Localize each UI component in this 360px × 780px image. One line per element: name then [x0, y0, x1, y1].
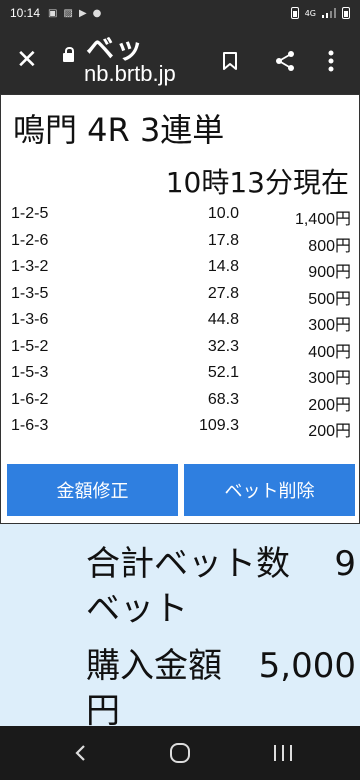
bookmark-icon[interactable] — [222, 52, 238, 70]
odds-cell: 68.3 — [207, 390, 239, 408]
status-bar: 10:14 ▣ ▨ ▶ ● 4G — [0, 0, 360, 26]
race-title: 鳴門 4R 3連単 — [13, 111, 225, 149]
page-content: 鳴門 4R 3連単 10時13分現在 1-2-5 10.0 1,400円 1-2… — [0, 94, 360, 726]
combo-cell: 1-6-3 — [11, 417, 49, 434]
amount-cell: 200円 — [308, 396, 351, 414]
home-icon[interactable] — [170, 743, 190, 763]
battery-icon — [290, 7, 299, 19]
more-options-icon[interactable] — [328, 50, 334, 72]
status-time: 10:14 — [10, 6, 41, 20]
close-icon[interactable]: ✕ — [16, 47, 38, 73]
odds-cell: 32.3 — [207, 337, 239, 355]
combo-cell: 1-3-5 — [11, 284, 49, 302]
table-row: 1-3-6 44.8 300円 — [11, 309, 351, 336]
odds-cell: 109.3 — [198, 417, 239, 434]
android-nav-bar — [0, 726, 360, 780]
amount-cell: 300円 — [308, 317, 351, 334]
amount-cell: 200円 — [308, 423, 351, 440]
combo-cell: 1-2-6 — [11, 231, 49, 249]
combo-cell: 1-2-5 — [11, 205, 49, 222]
table-row: 1-3-5 27.8 500円 — [11, 283, 351, 310]
play-icon: ▶ — [78, 7, 87, 19]
message-icon: ▣ — [48, 7, 58, 19]
odds-cell: 27.8 — [207, 284, 239, 302]
bet-card: 鳴門 4R 3連単 10時13分現在 1-2-5 10.0 1,400円 1-2… — [0, 94, 360, 524]
lock-icon — [63, 47, 74, 62]
total-bets-value: 9 — [334, 544, 356, 584]
total-bets-row: 合計ベット数 9 ベット — [86, 542, 356, 632]
odds-cell: 44.8 — [207, 311, 239, 328]
share-icon[interactable] — [274, 50, 296, 72]
amount-cell: 1,400円 — [294, 211, 351, 228]
odds-cell: 14.8 — [207, 258, 239, 275]
table-row: 1-5-2 32.3 400円 — [11, 336, 351, 363]
image-icon: ▨ — [63, 7, 73, 19]
table-row: 1-2-5 10.0 1,400円 — [11, 203, 351, 230]
page-title: ベッ — [86, 32, 145, 65]
bet-summary: 合計ベット数 9 ベット 購入金額 5,000 円 — [86, 542, 356, 726]
update-time: 10時13分現在 — [165, 166, 349, 199]
url-domain[interactable]: nb.brtb.jp — [84, 62, 176, 86]
combo-cell: 1-6-2 — [11, 390, 49, 408]
table-row: 1-6-3 109.3 200円 — [11, 415, 351, 442]
back-icon[interactable] — [72, 744, 90, 762]
odds-cell: 52.1 — [207, 364, 239, 381]
table-row: 1-3-2 14.8 900円 — [11, 256, 351, 283]
combo-cell: 1-3-2 — [11, 258, 49, 275]
odds-cell: 17.8 — [207, 231, 239, 249]
combo-cell: 1-5-2 — [11, 337, 49, 355]
dot-icon: ● — [92, 7, 102, 19]
combo-cell: 1-5-3 — [11, 364, 49, 381]
purchase-value: 5,000 — [258, 646, 356, 686]
4g-icon: 4G — [304, 8, 316, 18]
table-row: 1-6-2 68.3 200円 — [11, 389, 351, 416]
total-bets-unit: ベット — [86, 589, 188, 629]
browser-toolbar: ✕ ベッ nb.brtb.jp — [0, 26, 360, 94]
battery-level-icon — [342, 7, 350, 19]
amount-cell: 500円 — [308, 290, 351, 308]
purchase-amount-row: 購入金額 5,000 円 — [86, 644, 356, 726]
signal-icon — [322, 8, 336, 18]
recent-apps-icon[interactable] — [272, 744, 294, 762]
total-bets-label: 合計ベット数 — [86, 544, 290, 584]
amount-cell: 300円 — [308, 370, 351, 387]
edit-amount-button[interactable]: 金額修正 — [7, 464, 178, 516]
table-row: 1-2-6 17.8 800円 — [11, 230, 351, 257]
purchase-unit: 円 — [86, 691, 120, 726]
amount-cell: 400円 — [308, 343, 351, 361]
amount-cell: 900円 — [308, 264, 351, 281]
delete-bet-button[interactable]: ベット削除 — [184, 464, 355, 516]
odds-cell: 10.0 — [207, 205, 239, 222]
odds-table: 1-2-5 10.0 1,400円 1-2-6 17.8 800円 1-3-2 … — [11, 203, 351, 442]
combo-cell: 1-3-6 — [11, 311, 49, 328]
amount-cell: 800円 — [308, 237, 351, 255]
table-row: 1-5-3 52.1 300円 — [11, 362, 351, 389]
